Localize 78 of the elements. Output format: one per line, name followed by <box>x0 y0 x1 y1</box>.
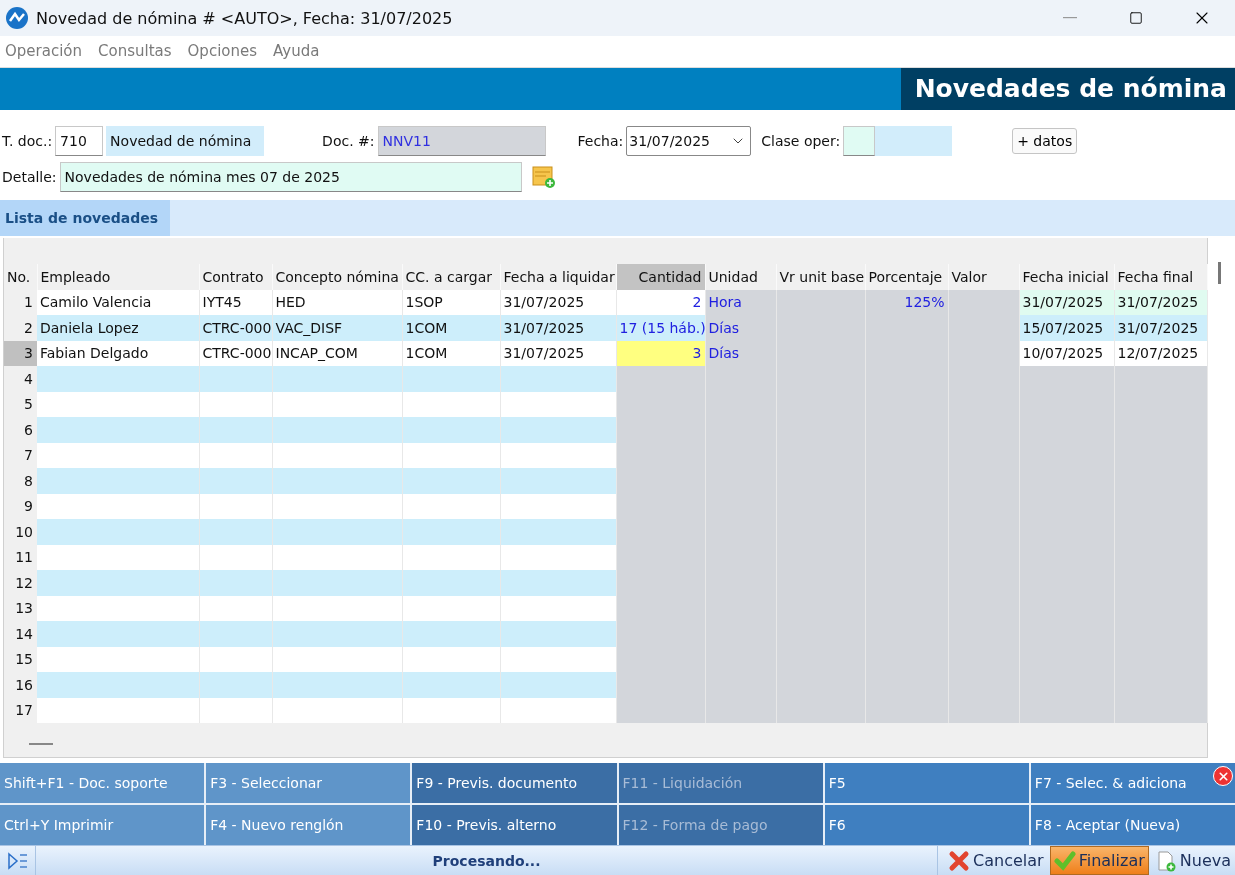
column-header[interactable]: Fecha final <box>1114 263 1207 290</box>
column-header[interactable]: Valor <box>948 263 1019 290</box>
function-key-button[interactable]: F7 - Selec. & adiciona <box>1030 763 1235 804</box>
column-header[interactable]: Concepto nómina <box>272 263 402 290</box>
column-header[interactable]: CC. a cargar <box>402 263 500 290</box>
status-message: Procesando... <box>431 852 542 869</box>
scrollbar-thumb[interactable] <box>29 743 53 746</box>
status-button[interactable]: Cancelar <box>944 846 1048 875</box>
app-logo-icon <box>6 7 28 29</box>
status-button[interactable]: Finalizar <box>1049 846 1149 875</box>
column-header[interactable]: Cantidad <box>616 263 705 290</box>
window-title: Novedad de nómina # <AUTO>, Fecha: 31/07/2025 <box>36 8 454 28</box>
detail-field[interactable]: Novedades de nómina mes 07 de 2025 <box>59 161 522 192</box>
concept-cell: VAC_DISF <box>272 315 402 341</box>
tab[interactable]: Lista de novedades <box>0 199 170 236</box>
add-note-icon[interactable] <box>531 164 556 189</box>
row-number: 2 <box>4 315 37 341</box>
doc-type-name: Novedad de nómina <box>106 125 265 156</box>
maximize-icon <box>1129 11 1143 25</box>
field-label: Fecha: <box>577 132 624 149</box>
menu-item[interactable]: Ayuda <box>273 42 320 61</box>
function-key-button[interactable]: F6 <box>824 805 1029 846</box>
column-header[interactable]: Fecha inicial <box>1019 263 1114 290</box>
doc-type-field[interactable]: 710 <box>55 125 104 156</box>
quantity-cell: 2 <box>616 289 705 316</box>
column-header[interactable]: Contrato <box>199 263 272 290</box>
employee-cell: Daniela Lopez <box>37 315 199 341</box>
cost-center-cell: 1COM <box>402 340 500 367</box>
banner-title: Novedades de nómina <box>900 67 1235 110</box>
status-button[interactable]: Nueva <box>1150 846 1235 875</box>
function-key-button[interactable]: F8 - Aceptar (Nueva) <box>1030 805 1235 846</box>
contract-cell: CTRC-000 <box>199 315 272 341</box>
quantity-cell: 3 <box>616 340 705 367</box>
field-label: Clase oper: <box>761 132 841 149</box>
start-date-cell: 15/07/2025 <box>1019 315 1114 341</box>
panel-toggle-icon[interactable] <box>6 851 29 870</box>
employee-cell: Camilo Valencia <box>37 289 199 316</box>
start-date-cell: 31/07/2025 <box>1019 289 1114 316</box>
function-key-button[interactable]: F5 <box>824 763 1029 804</box>
end-date-cell: 12/07/2025 <box>1114 340 1207 367</box>
field-label: T. doc.: <box>2 132 53 149</box>
row-number: 3 <box>4 340 37 367</box>
column-header[interactable]: Porcentaje <box>865 263 948 290</box>
field-label: Detalle: <box>2 168 57 185</box>
minimize-icon <box>1063 17 1077 19</box>
menu-item[interactable]: Operación <box>5 42 82 61</box>
cross-icon <box>948 849 971 872</box>
checkmark-icon <box>1053 849 1076 872</box>
cost-center-cell: 1COM <box>402 315 500 341</box>
doc-number-field[interactable]: NNV11 <box>377 125 546 156</box>
quantity-cell: 17 (15 háb.) <box>616 315 705 341</box>
close-icon[interactable] <box>1213 766 1233 787</box>
concept-cell: HED <box>272 289 402 316</box>
column-header[interactable]: Fecha a liquidar <box>500 263 616 290</box>
end-date-cell: 31/07/2025 <box>1114 289 1207 316</box>
settle-date-cell: 31/07/2025 <box>500 340 616 367</box>
menu-item[interactable]: Consultas <box>98 42 172 61</box>
cost-center-cell: 1SOP <box>402 289 500 316</box>
percentage-cell: 125% <box>865 289 948 316</box>
scrollbar-thumb[interactable] <box>1218 261 1221 284</box>
menu-item[interactable]: Opciones <box>187 42 258 61</box>
end-date-cell: 31/07/2025 <box>1114 315 1207 341</box>
more-data-button[interactable]: + datos <box>1012 127 1078 154</box>
column-header[interactable]: Empleado <box>37 263 199 290</box>
column-header[interactable]: Unidad <box>705 263 776 290</box>
settle-date-cell: 31/07/2025 <box>500 289 616 316</box>
column-header[interactable]: Vr unit base <box>776 263 865 290</box>
function-key-button[interactable]: F10 - Previs. alterno <box>412 805 617 846</box>
employee-cell: Fabian Delgado <box>37 340 199 367</box>
date-dropdown[interactable]: 31/07/2025 <box>626 125 752 156</box>
row-number: 4 <box>4 366 37 392</box>
settle-date-cell: 31/07/2025 <box>500 315 616 341</box>
function-key-button[interactable]: F9 - Previs. documento <box>412 763 617 804</box>
operation-class-field[interactable] <box>843 125 876 156</box>
concept-cell: INCAP_COM <box>272 340 402 367</box>
start-date-cell: 10/07/2025 <box>1019 340 1114 367</box>
unit-cell: Días <box>705 315 776 341</box>
field-label: Doc. #: <box>322 132 375 149</box>
